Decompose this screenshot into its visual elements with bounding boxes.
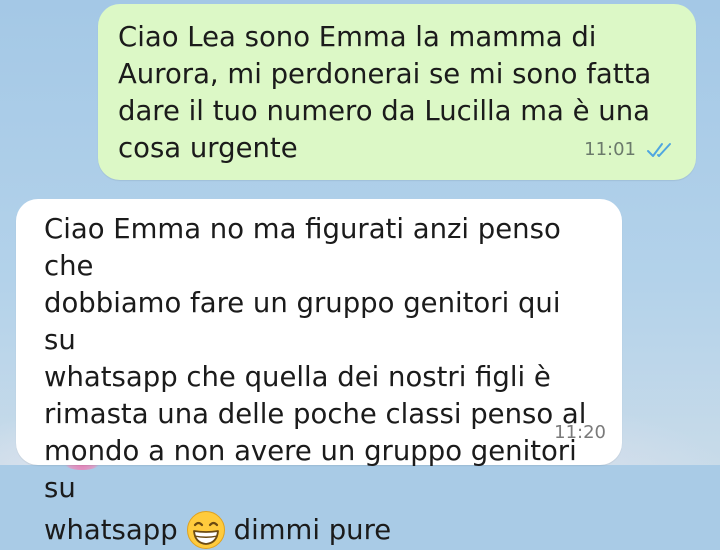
incoming-message-meta: 11:20 bbox=[554, 414, 606, 451]
double-check-read-icon bbox=[647, 142, 671, 157]
grinning-face-with-smiling-eyes-emoji bbox=[186, 511, 225, 549]
incoming-message-bubble[interactable]: Ciao Emma no ma figurati anzi penso che … bbox=[16, 199, 622, 549]
incoming-message-text-before-emoji: whatsapp bbox=[44, 513, 178, 546]
outgoing-message-bubble[interactable]: Ciao Lea sono Emma la mamma di Aurora, m… bbox=[98, 4, 696, 180]
outgoing-message-time: 11:01 bbox=[584, 139, 636, 160]
incoming-message-time: 11:20 bbox=[554, 422, 606, 443]
incoming-message-text: Ciao Emma no ma figurati anzi penso che … bbox=[44, 213, 587, 504]
incoming-message-text-after-emoji: dimmi pure bbox=[233, 513, 392, 546]
incoming-message-last-line: whatsapp dimmi pure bbox=[44, 510, 594, 550]
outgoing-message-meta: 11:01 bbox=[584, 131, 676, 168]
